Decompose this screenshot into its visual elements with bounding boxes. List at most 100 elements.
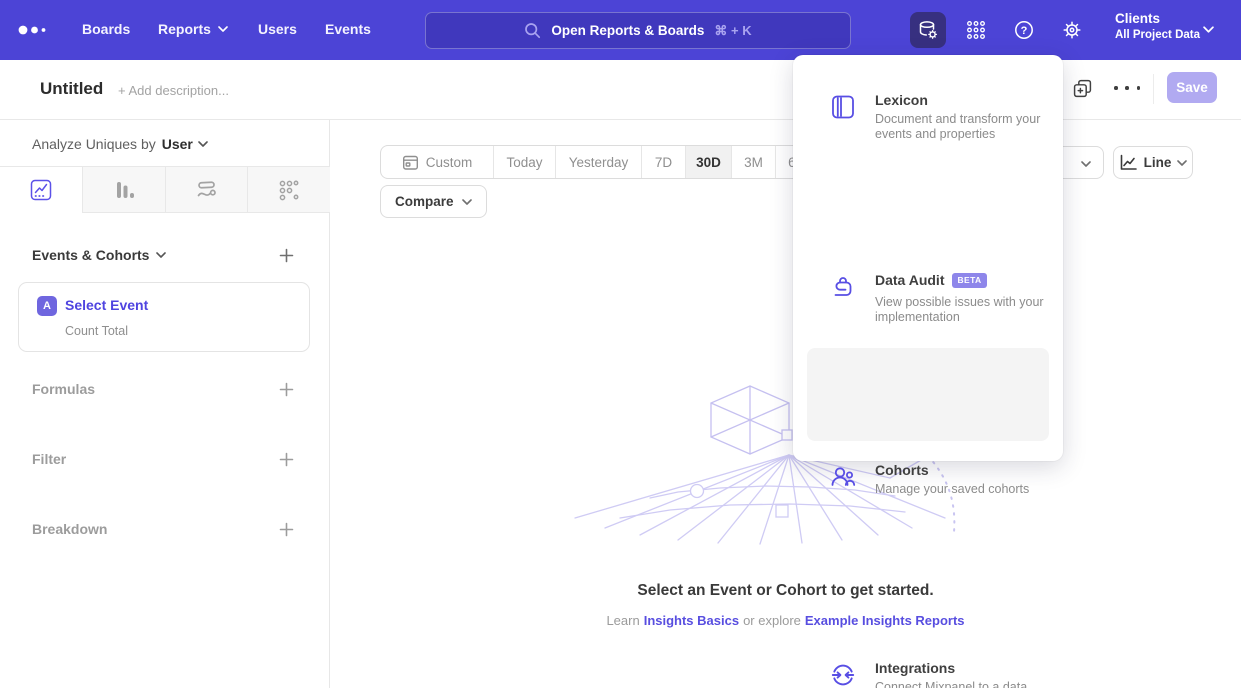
nav-reports[interactable]: Reports bbox=[158, 21, 228, 37]
project-name: All Project Data bbox=[1115, 29, 1200, 41]
cohorts-description: Manage your saved cohorts bbox=[875, 482, 1065, 497]
chevron-down-icon bbox=[1177, 160, 1187, 166]
analyze-entity-value: User bbox=[162, 136, 193, 152]
explore-text: or explore bbox=[743, 613, 801, 628]
nav-boards-label: Boards bbox=[82, 21, 130, 37]
select-event-label[interactable]: Select Event bbox=[65, 297, 148, 313]
description-placeholder[interactable]: + Add description... bbox=[118, 83, 229, 98]
nav-users[interactable]: Users bbox=[258, 21, 297, 37]
count-type-label[interactable]: Count Total bbox=[65, 324, 128, 338]
range-3m-label: 3M bbox=[744, 155, 763, 170]
chart-type-dropdown[interactable]: Line bbox=[1113, 146, 1193, 179]
compare-dropdown[interactable]: Compare bbox=[380, 185, 487, 218]
analyze-entity-dropdown[interactable]: User bbox=[162, 136, 208, 152]
ellipsis-dot bbox=[1125, 86, 1129, 90]
tab-flows[interactable] bbox=[165, 167, 248, 213]
data-management-button[interactable] bbox=[910, 12, 946, 48]
duplicate-button[interactable] bbox=[1073, 79, 1092, 98]
header-divider bbox=[1153, 74, 1154, 104]
analyze-label: Analyze Uniques by bbox=[32, 136, 156, 152]
nav-events[interactable]: Events bbox=[325, 21, 371, 37]
ellipsis-dot bbox=[1114, 86, 1118, 90]
integrations-title: Integrations bbox=[875, 660, 955, 676]
event-letter-badge: A bbox=[37, 296, 57, 316]
range-today[interactable]: Today bbox=[493, 146, 555, 178]
select-event-card[interactable]: A Select Event Count Total bbox=[18, 282, 310, 352]
breakdown-section-label: Breakdown bbox=[32, 521, 107, 537]
gear-icon bbox=[1061, 19, 1083, 41]
chevron-down-icon bbox=[1081, 161, 1091, 167]
account-name: Clients bbox=[1115, 11, 1200, 26]
tab-bar-chart[interactable] bbox=[82, 167, 165, 213]
compare-label: Compare bbox=[395, 194, 454, 209]
menu-item-cohorts[interactable]: Cohorts Manage your saved cohorts bbox=[793, 240, 1063, 320]
apps-grid-button[interactable] bbox=[958, 12, 994, 48]
chevron-down-icon bbox=[462, 199, 472, 205]
database-gear-icon bbox=[917, 19, 939, 41]
example-reports-link[interactable]: Example Insights Reports bbox=[805, 613, 965, 628]
mixpanel-logo-icon[interactable] bbox=[16, 20, 60, 40]
lexicon-title: Lexicon bbox=[875, 92, 928, 108]
empty-state-links: Learn Insights Basics or explore Example… bbox=[330, 613, 1241, 628]
chevron-down-icon bbox=[198, 141, 208, 147]
lexicon-description: Document and transform your events and p… bbox=[875, 112, 1050, 142]
range-today-label: Today bbox=[506, 155, 542, 170]
menu-item-integrations[interactable]: Integrations Connect Mixpanel to a data … bbox=[793, 348, 1063, 441]
integrations-description: Connect Mixpanel to a data pipeline or c… bbox=[875, 680, 1047, 688]
tab-retention[interactable] bbox=[247, 167, 330, 213]
menu-item-data-audit[interactable]: Data Audit BETA View possible issues wit… bbox=[793, 145, 1063, 240]
insights-basics-link[interactable]: Insights Basics bbox=[644, 613, 739, 628]
range-custom[interactable]: Custom bbox=[381, 146, 493, 178]
flows-icon bbox=[195, 179, 217, 201]
nav-events-label: Events bbox=[325, 21, 371, 37]
formulas-section-label: Formulas bbox=[32, 381, 95, 397]
integrations-sync-icon bbox=[830, 662, 856, 688]
svg-text:?: ? bbox=[1021, 25, 1028, 37]
global-search-input[interactable]: Open Reports & Boards ⌘ + K bbox=[425, 12, 851, 49]
dot-grid-icon bbox=[277, 178, 301, 202]
more-menu-button[interactable] bbox=[1114, 86, 1140, 90]
range-custom-label: Custom bbox=[426, 155, 473, 170]
visualization-tabs bbox=[0, 166, 330, 213]
events-cohorts-section[interactable]: Events & Cohorts bbox=[32, 247, 166, 263]
chevron-down-icon bbox=[1203, 26, 1214, 33]
range-yesterday[interactable]: Yesterday bbox=[555, 146, 641, 178]
add-filter-button[interactable] bbox=[279, 452, 294, 467]
data-management-menu: Lexicon Document and transform your even… bbox=[793, 55, 1063, 461]
mixpanel-insights-report: Boards Reports Users Events Open Reports… bbox=[0, 0, 1241, 688]
range-yesterday-label: Yesterday bbox=[569, 155, 629, 170]
apps-grid-icon bbox=[965, 19, 987, 41]
range-7d[interactable]: 7D bbox=[641, 146, 685, 178]
cohorts-people-icon bbox=[830, 463, 856, 489]
chart-area: Custom Today Yesterday 7D 30D 3M 6M Comp… bbox=[330, 120, 1241, 688]
filter-section-label: Filter bbox=[32, 451, 66, 467]
project-switcher[interactable]: Clients All Project Data bbox=[1115, 11, 1200, 41]
menu-item-lexicon[interactable]: Lexicon Document and transform your even… bbox=[793, 55, 1063, 145]
add-breakdown-button[interactable] bbox=[279, 522, 294, 537]
add-formula-button[interactable] bbox=[279, 382, 294, 397]
empty-state-title: Select an Event or Cohort to get started… bbox=[330, 582, 1241, 600]
chart-type-label: Line bbox=[1144, 155, 1172, 170]
save-button[interactable]: Save bbox=[1167, 72, 1217, 103]
calendar-icon bbox=[402, 154, 419, 171]
events-cohorts-label: Events & Cohorts bbox=[32, 247, 149, 263]
settings-button[interactable] bbox=[1054, 12, 1090, 48]
help-icon: ? bbox=[1013, 19, 1035, 41]
range-30d-selected[interactable]: 30D bbox=[685, 146, 731, 178]
range-30d-label: 30D bbox=[696, 155, 721, 170]
analyze-row: Analyze Uniques by User bbox=[32, 136, 208, 152]
add-event-button[interactable] bbox=[279, 248, 294, 263]
range-3m[interactable]: 3M bbox=[731, 146, 775, 178]
chevron-down-icon bbox=[218, 26, 228, 32]
line-chart-icon bbox=[30, 179, 52, 201]
help-button[interactable]: ? bbox=[1006, 12, 1042, 48]
cohorts-title: Cohorts bbox=[875, 462, 929, 478]
chevron-down-icon bbox=[156, 252, 166, 258]
top-navbar: Boards Reports Users Events Open Reports… bbox=[0, 0, 1241, 60]
report-title[interactable]: Untitled bbox=[40, 79, 103, 99]
range-7d-label: 7D bbox=[655, 155, 672, 170]
tab-insights-selected[interactable] bbox=[0, 167, 82, 213]
query-builder-sidebar: Analyze Uniques by User bbox=[0, 120, 330, 688]
nav-boards[interactable]: Boards bbox=[82, 21, 130, 37]
nav-users-label: Users bbox=[258, 21, 297, 37]
